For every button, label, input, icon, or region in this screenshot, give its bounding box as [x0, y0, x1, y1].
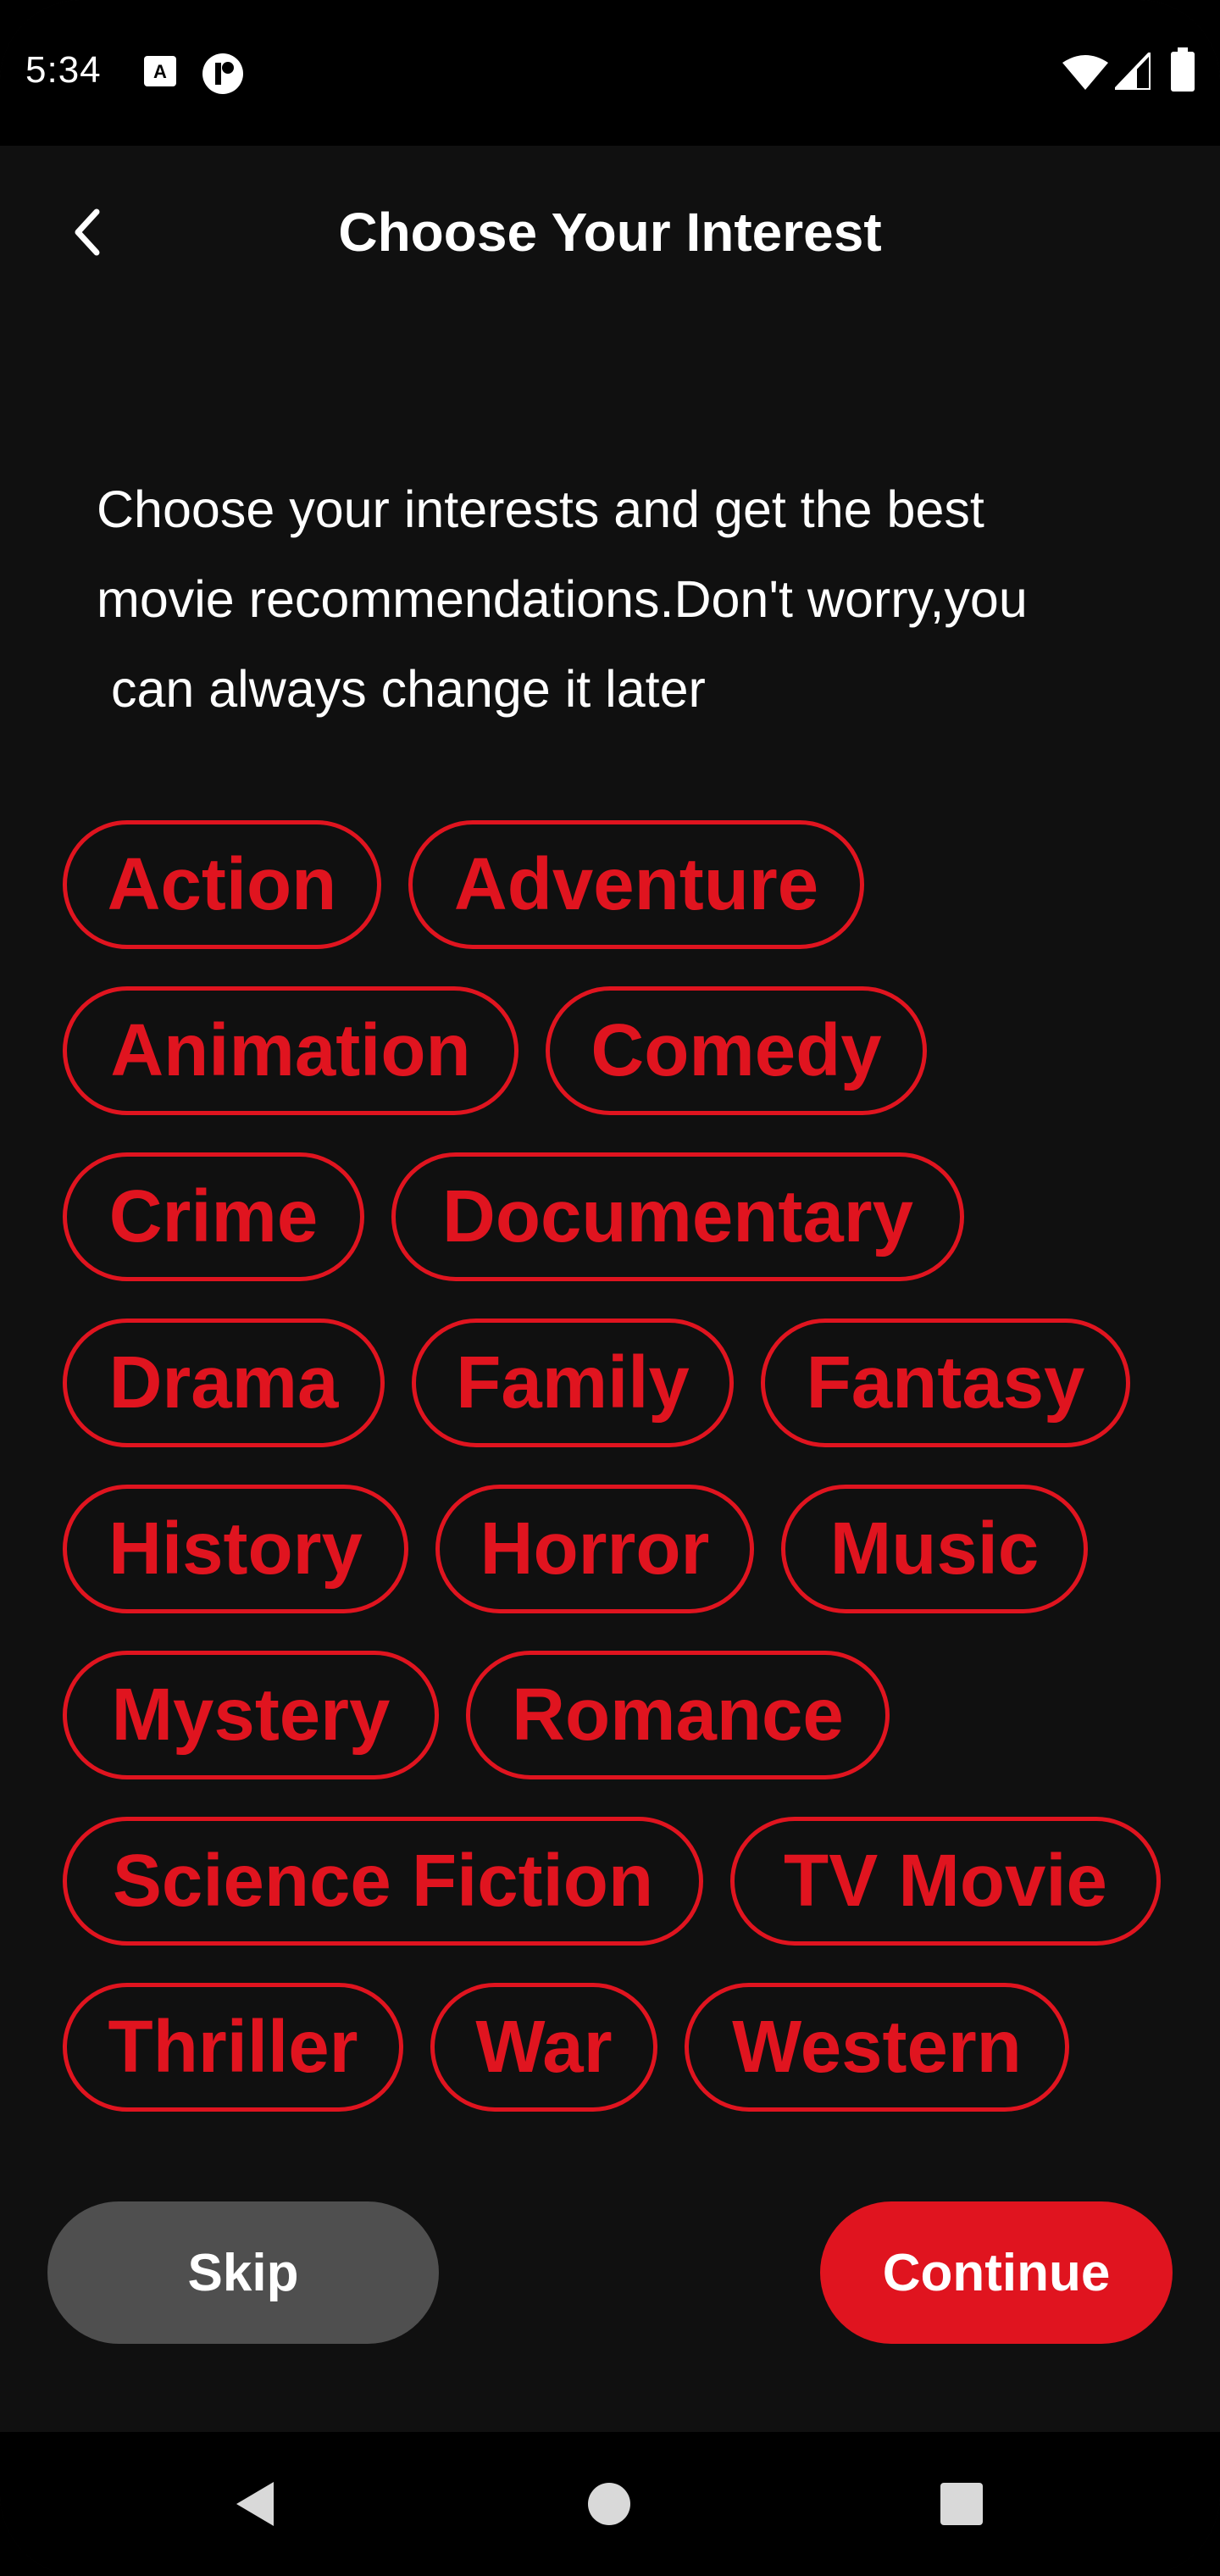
battery-icon	[1171, 47, 1195, 92]
nav-home-button[interactable]	[571, 2466, 647, 2542]
intro-text: Choose your interests and get the best m…	[97, 480, 1028, 718]
wifi-icon	[1062, 55, 1108, 90]
status-bar: 5:34 A	[0, 0, 1220, 146]
back-triangle-icon	[236, 2482, 274, 2526]
genre-chip-horror[interactable]: Horror	[435, 1485, 754, 1613]
genre-chip-animation[interactable]: Animation	[63, 986, 518, 1115]
skip-button[interactable]: Skip	[47, 2201, 439, 2344]
genre-row: Crime Documentary	[63, 1152, 991, 1281]
svg-text:A: A	[153, 61, 167, 82]
nav-recents-button[interactable]	[923, 2466, 1000, 2542]
a-notification-icon: A	[144, 56, 176, 86]
genre-chip-science-fiction[interactable]: Science Fiction	[63, 1817, 703, 1946]
app-screen: 5:34 A Choose Your Interest Choose your …	[0, 0, 1220, 2576]
genre-chip-comedy[interactable]: Comedy	[546, 986, 927, 1115]
genre-chip-music[interactable]: Music	[781, 1485, 1088, 1613]
genre-chip-mystery[interactable]: Mystery	[63, 1651, 439, 1779]
genre-row: Animation Comedy	[63, 986, 954, 1115]
genre-chip-drama[interactable]: Drama	[63, 1319, 385, 1447]
genre-chip-western[interactable]: Western	[685, 1983, 1069, 2112]
continue-button[interactable]: Continue	[820, 2201, 1173, 2344]
genre-row: History Horror Music	[63, 1485, 1115, 1613]
genre-row: Action Adventure	[63, 820, 891, 949]
cell-signal-icon	[1115, 53, 1151, 90]
genre-chip-adventure[interactable]: Adventure	[408, 820, 864, 949]
genre-chip-documentary[interactable]: Documentary	[391, 1152, 964, 1281]
genre-chip-war[interactable]: War	[430, 1983, 657, 2112]
genre-chip-action[interactable]: Action	[63, 820, 381, 949]
genre-chip-family[interactable]: Family	[412, 1319, 734, 1447]
genre-chip-romance[interactable]: Romance	[466, 1651, 890, 1779]
genre-row: Science Fiction TV Movie	[63, 1817, 1188, 1946]
genre-chip-thriller[interactable]: Thriller	[63, 1983, 403, 2112]
genre-chip-fantasy[interactable]: Fantasy	[761, 1319, 1130, 1447]
page-title: Choose Your Interest	[338, 202, 882, 263]
t-notification-icon	[202, 53, 243, 94]
genre-chip-crime[interactable]: Crime	[63, 1152, 364, 1281]
home-circle-icon	[588, 2483, 630, 2525]
genre-chip-history[interactable]: History	[63, 1485, 408, 1613]
system-nav-bar	[0, 2432, 1220, 2576]
nav-back-button[interactable]	[217, 2466, 293, 2542]
genre-row: Drama Family Fantasy	[63, 1319, 1157, 1447]
genre-chip-tv-movie[interactable]: TV Movie	[730, 1817, 1161, 1946]
genre-row: Thriller War Western	[63, 1983, 1096, 2112]
genre-row: Mystery Romance	[63, 1651, 917, 1779]
status-time: 5:34	[25, 49, 102, 91]
recents-square-icon	[940, 2483, 983, 2525]
